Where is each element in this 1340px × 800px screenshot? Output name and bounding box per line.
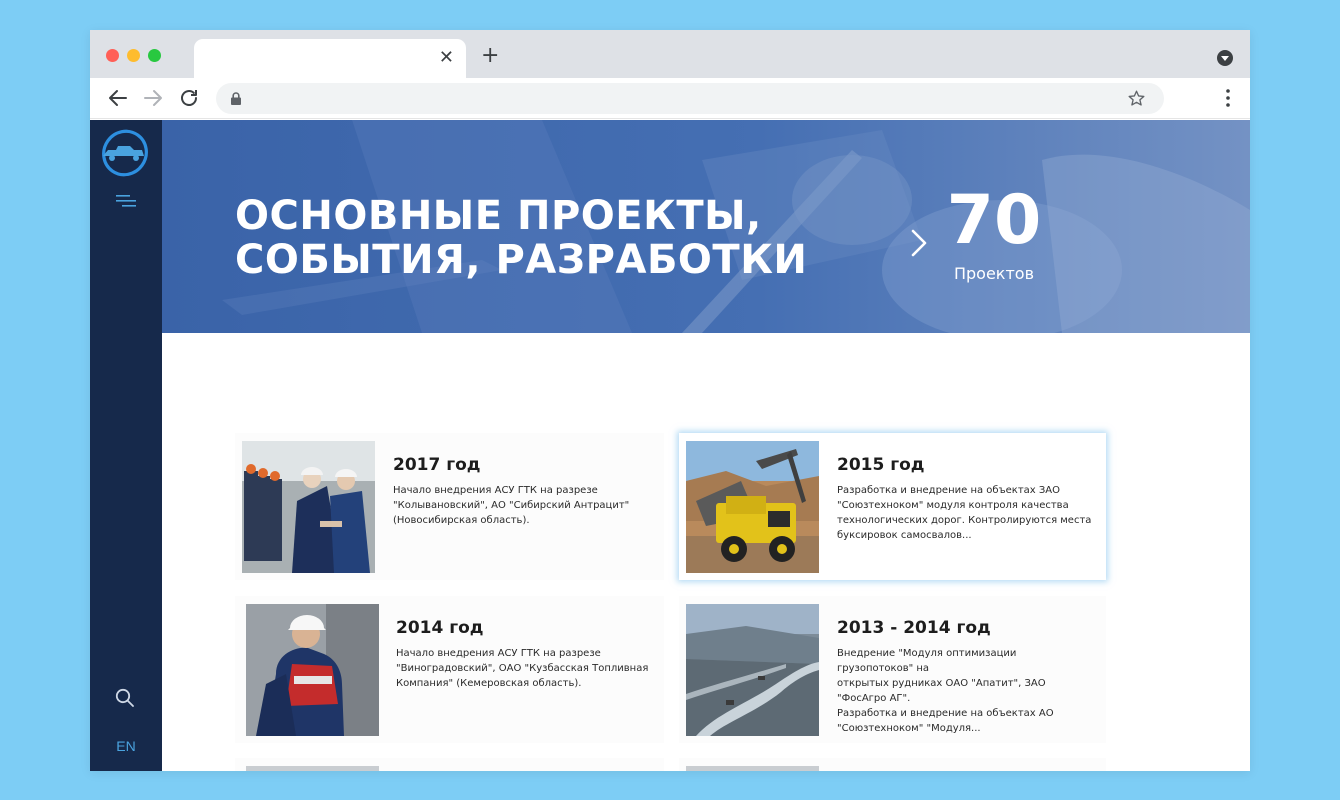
more-menu-icon[interactable] [1226, 88, 1230, 108]
project-description: Внедрение "Модуля оптимизации грузопоток… [837, 648, 1054, 734]
projects-count: 70 [946, 181, 1042, 260]
project-description: Разработка и внедрение на объектах ЗАО "… [837, 485, 1092, 541]
browser-toolbar [90, 78, 1250, 119]
tab-bar: ✕ + [90, 30, 1250, 78]
project-card[interactable]: 2017 год Начало внедрения АСУ ГТК на раз… [235, 433, 664, 580]
project-card[interactable]: 2013 - 2014 год Внедрение "Модуля оптими… [679, 596, 1106, 743]
project-card[interactable]: 2014 год Начало внедрения АСУ ГТК на раз… [235, 596, 664, 743]
project-thumbnail [686, 441, 819, 573]
title-line-1: ОСНОВНЫЕ ПРОЕКТЫ, [235, 193, 762, 239]
project-year: 2015 год [837, 455, 925, 475]
project-description: Начало внедрения АСУ ГТК на разрезе "Вин… [396, 648, 649, 689]
projects-count-label: Проектов [953, 264, 1035, 283]
search-icon[interactable] [115, 688, 135, 708]
bookmark-star-icon[interactable] [1127, 89, 1146, 108]
project-card[interactable] [679, 758, 1106, 771]
browser-window: ✕ + EN ОСНОВНЫЕ ПРОЕКТЫ, СОБЫТИЯ, РАЗРАБ… [90, 30, 1250, 771]
back-arrow-icon[interactable] [106, 86, 130, 110]
project-card[interactable]: 2015 год Разработка и внедрение на объек… [679, 433, 1106, 580]
tab-close-icon[interactable]: ✕ [439, 48, 454, 68]
project-thumbnail [242, 441, 375, 573]
project-year: 2013 - 2014 год [837, 618, 991, 638]
project-description: Начало внедрения АСУ ГТК на разрезе "Кол… [393, 485, 630, 526]
title-line-2: СОБЫТИЯ, РАЗРАБОТКИ [235, 237, 808, 283]
maximize-window-button[interactable] [148, 49, 161, 62]
forward-arrow-icon[interactable] [141, 86, 165, 110]
hero-banner: ОСНОВНЫЕ ПРОЕКТЫ, СОБЫТИЯ, РАЗРАБОТКИ 70… [162, 120, 1250, 333]
reload-icon[interactable] [177, 86, 201, 110]
new-tab-button[interactable]: + [481, 45, 499, 67]
project-thumbnail [686, 766, 819, 771]
address-bar[interactable] [216, 83, 1164, 114]
lock-icon [231, 92, 241, 105]
main-content: ОСНОВНЫЕ ПРОЕКТЫ, СОБЫТИЯ, РАЗРАБОТКИ 70… [162, 120, 1250, 771]
page-title: ОСНОВНЫЕ ПРОЕКТЫ, СОБЫТИЯ, РАЗРАБОТКИ [235, 194, 875, 282]
browser-tab[interactable]: ✕ [194, 39, 466, 78]
profile-menu-icon[interactable] [1217, 50, 1233, 66]
project-card[interactable] [235, 758, 664, 771]
company-logo[interactable] [100, 128, 150, 178]
sidebar: EN [90, 120, 162, 771]
chevron-right-icon [911, 229, 927, 257]
project-thumbnail [246, 766, 379, 771]
project-thumbnail [246, 604, 379, 736]
minimize-window-button[interactable] [127, 49, 140, 62]
menu-hamburger-icon[interactable] [116, 194, 136, 208]
language-switch[interactable]: EN [90, 738, 162, 754]
close-window-button[interactable] [106, 49, 119, 62]
project-year: 2014 год [396, 618, 484, 638]
project-year: 2017 год [393, 455, 481, 475]
project-thumbnail [686, 604, 819, 736]
